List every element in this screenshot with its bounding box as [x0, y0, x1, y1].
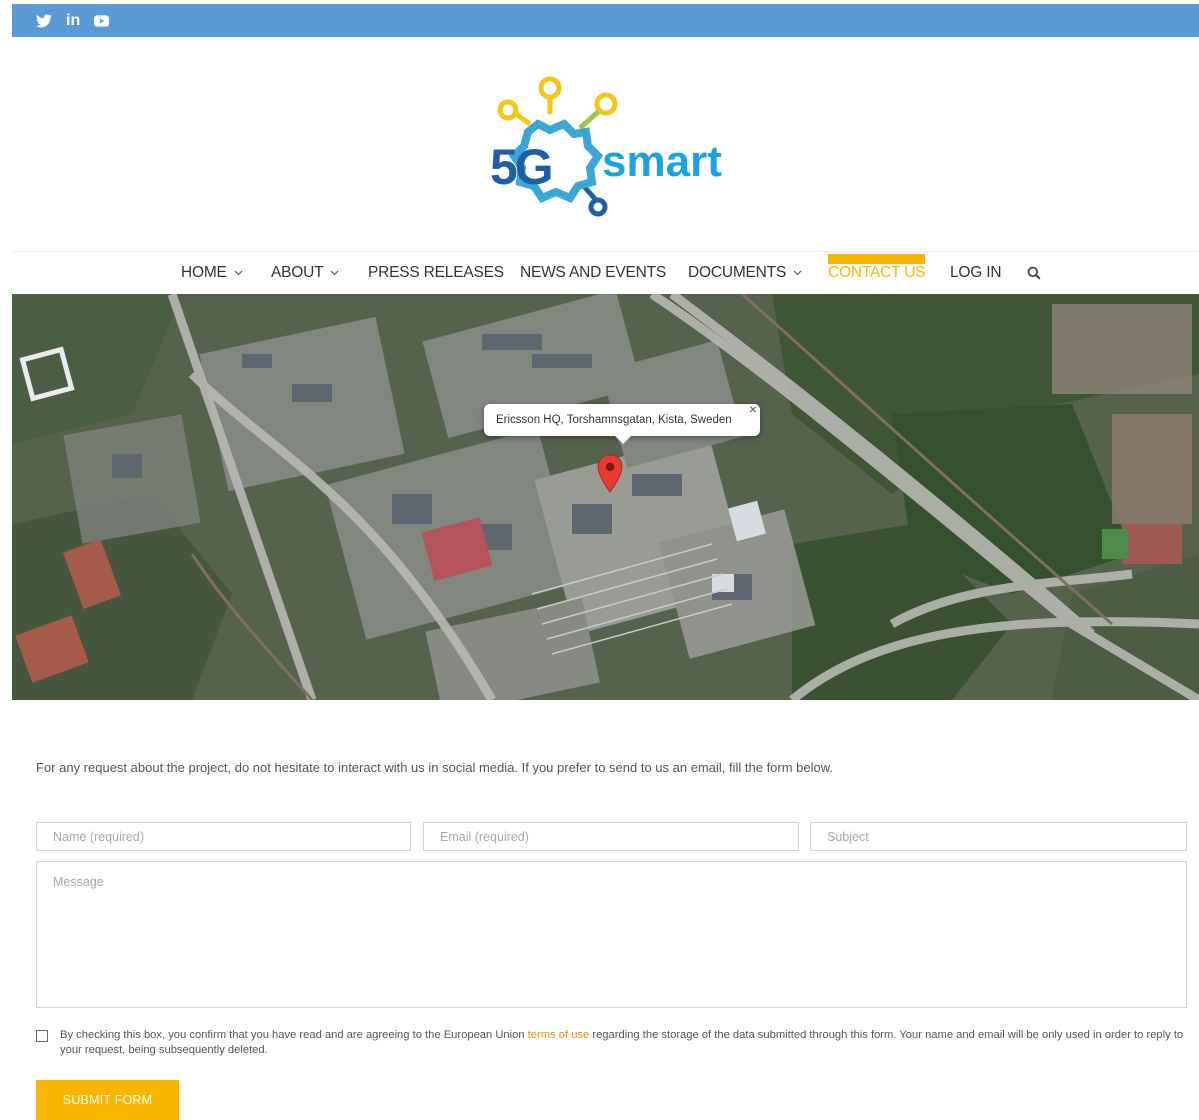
map-info-text: Ericsson HQ, Torshamnsgatan, Kista, Swed…: [496, 414, 732, 426]
nav-contact-us-label: CONTACT US: [828, 264, 926, 281]
info-window-tail: [614, 435, 632, 444]
name-field[interactable]: [36, 822, 411, 851]
twitter-icon[interactable]: [36, 11, 52, 31]
nav-news-and-events-label: NEWS AND EVENTS: [520, 264, 666, 281]
youtube-icon[interactable]: [94, 11, 110, 31]
nav-about[interactable]: ABOUT: [271, 252, 339, 294]
terms-of-use-link[interactable]: terms of use: [528, 1029, 590, 1041]
logo-mark: 5G: [490, 139, 551, 195]
nav-news-and-events[interactable]: NEWS AND EVENTS: [520, 252, 666, 294]
contact-intro: For any request about the project, do no…: [36, 760, 834, 775]
site-logo[interactable]: 5G smart: [468, 72, 756, 222]
nav-contact-us[interactable]: CONTACT US: [828, 252, 926, 294]
nav-press-releases[interactable]: PRESS RELEASES: [368, 252, 504, 294]
satellite-imagery: [12, 294, 1199, 700]
consent-text: By checking this box, you confirm that y…: [60, 1028, 1186, 1058]
consent-row: By checking this box, you confirm that y…: [36, 1028, 1186, 1058]
close-icon[interactable]: ×: [749, 402, 757, 416]
location-map[interactable]: Ericsson HQ, Torshamnsgatan, Kista, Swed…: [12, 294, 1199, 700]
main-nav: HOME ABOUT PRESS RELEASES NEWS AND EVENT…: [0, 252, 1199, 294]
chevron-down-icon: [330, 270, 339, 276]
nav-log-in-label: LOG IN: [950, 264, 1002, 281]
subject-field[interactable]: [810, 822, 1187, 851]
consent-text-start: By checking this box, you confirm that y…: [60, 1029, 528, 1041]
nav-press-releases-label: PRESS RELEASES: [368, 264, 504, 281]
nav-about-label: ABOUT: [271, 264, 324, 281]
nav-home-label: HOME: [181, 264, 227, 281]
logo-word: smart: [602, 137, 722, 186]
message-field[interactable]: [36, 861, 1187, 1008]
nav-log-in[interactable]: LOG IN: [950, 252, 1002, 294]
map-pin-icon[interactable]: [597, 454, 623, 494]
chevron-down-icon: [793, 270, 802, 276]
nav-home[interactable]: HOME: [181, 252, 243, 294]
nav-documents-label: DOCUMENTS: [688, 264, 787, 281]
map-info-window: Ericsson HQ, Torshamnsgatan, Kista, Swed…: [484, 402, 760, 444]
social-bar: in: [12, 4, 1199, 37]
search-icon: [1027, 266, 1041, 280]
submit-form-button[interactable]: SUBMIT FORM: [36, 1080, 179, 1120]
search-button[interactable]: [1027, 252, 1041, 294]
consent-checkbox[interactable]: [36, 1030, 48, 1042]
active-indicator: [828, 254, 926, 264]
email-field[interactable]: [423, 822, 799, 851]
chevron-down-icon: [234, 270, 243, 276]
linkedin-icon[interactable]: in: [66, 11, 80, 31]
nav-documents[interactable]: DOCUMENTS: [688, 252, 802, 294]
